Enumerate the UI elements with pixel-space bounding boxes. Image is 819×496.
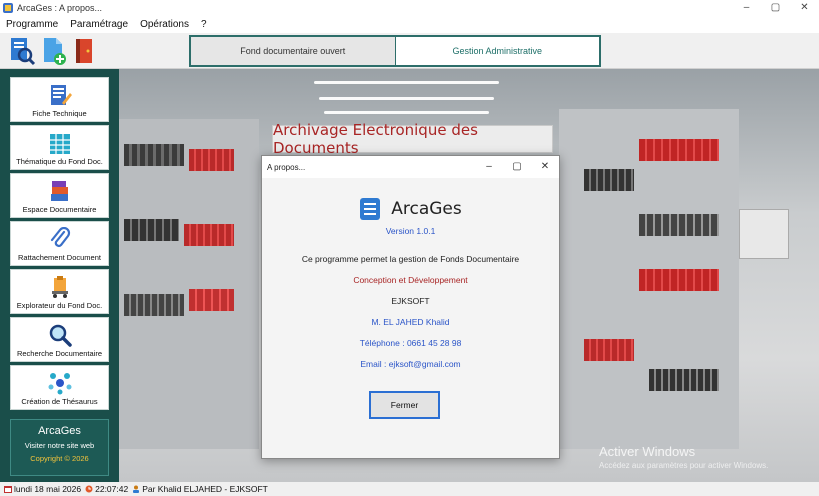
books-row xyxy=(584,339,634,361)
books-row xyxy=(124,219,179,241)
user-icon xyxy=(133,485,140,493)
ceiling-light xyxy=(314,81,499,84)
status-bar: lundi 18 mai 2026 22:07:42 Par Khalid EL… xyxy=(0,482,819,496)
sidebar-item-label: Thématique du Fond Doc. xyxy=(16,157,103,166)
dialog-minimize-button[interactable]: – xyxy=(475,156,503,178)
author-text: M. EL JAHED Khalid xyxy=(371,317,450,327)
books-row xyxy=(639,269,719,291)
books-row xyxy=(124,294,184,316)
sidebar: Fiche Technique Thématique du Fond Doc. … xyxy=(0,69,119,482)
menu-programme[interactable]: Programme xyxy=(6,19,58,30)
description-text: Ce programme permet la gestion de Fonds … xyxy=(301,254,520,264)
books-row xyxy=(184,224,234,246)
cart-explorer-icon xyxy=(51,276,68,298)
sidebar-item-thesaurus[interactable]: Création de Thésaurus xyxy=(10,365,109,410)
arcages-logo-icon xyxy=(360,198,381,220)
sidebar-item-label: Explorateur du Fond Doc. xyxy=(16,301,103,310)
fermer-button[interactable]: Fermer xyxy=(369,391,440,419)
window-title: ArcaGes : A propos... xyxy=(17,2,103,13)
magnifier-icon xyxy=(49,324,72,347)
fiche-technique-icon xyxy=(50,85,72,105)
phone-text: Téléphone : 0661 45 28 98 xyxy=(359,338,462,348)
menu-bar: Programme Paramétrage Opérations ? xyxy=(0,16,819,32)
sidebar-item-thematique[interactable]: Thématique du Fond Doc. xyxy=(10,125,109,170)
conception-text: Conception et Développement xyxy=(353,275,468,285)
wall-cabinet xyxy=(739,209,789,259)
status-user: Par Khalid ELJAHED - EJKSOFT xyxy=(142,484,268,494)
dialog-maximize-button[interactable]: ▢ xyxy=(503,156,531,178)
search-document-icon[interactable] xyxy=(8,36,36,66)
calendar-icon xyxy=(4,486,12,493)
exit-door-icon[interactable] xyxy=(72,36,100,66)
menu-parametrage[interactable]: Paramétrage xyxy=(70,19,128,30)
activation-watermark: Activer Windows xyxy=(599,444,696,459)
window-titlebar: ArcaGes : A propos... – ▢ ✕ xyxy=(0,0,819,15)
sidebar-item-label: Fiche Technique xyxy=(32,109,87,118)
toolbar: Fond documentaire ouvert Gestion Adminis… xyxy=(0,33,819,69)
sidebar-item-label: Rattachement Document xyxy=(18,253,101,262)
company-text: EJKSOFT xyxy=(391,296,430,306)
archive-banner: Archivage Electronique des Documents xyxy=(272,121,553,157)
books-row xyxy=(189,289,234,311)
clock-icon xyxy=(85,485,93,493)
minimize-button[interactable]: – xyxy=(732,0,761,15)
thematique-grid-icon xyxy=(49,134,70,154)
close-button[interactable]: ✕ xyxy=(790,0,819,15)
sidebar-item-fiche-technique[interactable]: Fiche Technique xyxy=(10,77,109,122)
books-row xyxy=(649,369,719,391)
dialog-titlebar: A propos... – ▢ ✕ xyxy=(262,156,559,178)
sidebar-item-espace-documentaire[interactable]: Espace Documentaire xyxy=(10,173,109,218)
version-text: Version 1.0.1 xyxy=(385,226,436,236)
module-tabs: Fond documentaire ouvert Gestion Adminis… xyxy=(189,35,601,67)
books-row xyxy=(584,169,634,191)
sidebar-item-explorateur[interactable]: Explorateur du Fond Doc. xyxy=(10,269,109,314)
network-dots-icon xyxy=(48,373,71,395)
sidebar-item-label: Espace Documentaire xyxy=(22,205,97,214)
tab-gestion-administrative[interactable]: Gestion Administrative xyxy=(395,37,599,65)
books-row xyxy=(639,139,719,161)
dialog-app-header: ArcaGes xyxy=(262,197,559,221)
dialog-title: A propos... xyxy=(267,162,306,172)
books-row xyxy=(124,144,184,166)
tab-fond-documentaire[interactable]: Fond documentaire ouvert xyxy=(191,37,396,65)
status-date: lundi 18 mai 2026 xyxy=(14,484,82,494)
ceiling-light xyxy=(324,111,489,114)
menu-operations[interactable]: Opérations xyxy=(140,19,189,30)
sidebar-info-panel: ArcaGes Visiter notre site web Copyright… xyxy=(10,419,109,476)
sidebar-item-recherche[interactable]: Recherche Documentaire xyxy=(10,317,109,362)
status-time: 22:07:42 xyxy=(95,484,129,494)
dialog-window-controls: – ▢ ✕ xyxy=(475,156,559,178)
dialog-close-button[interactable]: ✕ xyxy=(531,156,559,178)
books-icon xyxy=(50,181,68,201)
sidebar-item-rattachement[interactable]: Rattachement Document xyxy=(10,221,109,266)
books-row xyxy=(189,149,234,171)
activation-watermark-subtext: Accédez aux paramètres pour activer Wind… xyxy=(599,461,769,470)
new-document-icon[interactable] xyxy=(40,36,68,66)
books-row xyxy=(639,214,719,236)
about-dialog: A propos... – ▢ ✕ ArcaGes Version 1.0.1 … xyxy=(261,155,560,459)
email-text: Email : ejksoft@gmail.com xyxy=(360,359,461,369)
menu-help[interactable]: ? xyxy=(201,19,207,30)
dialog-app-name: ArcaGes xyxy=(391,199,462,219)
copyright-text: Copyright © 2026 xyxy=(30,454,89,463)
sidebar-item-label: Recherche Documentaire xyxy=(16,349,103,358)
sidebar-item-label: Création de Thésaurus xyxy=(21,397,98,406)
ceiling-light xyxy=(319,97,494,100)
maximize-button[interactable]: ▢ xyxy=(761,0,790,15)
window-controls: – ▢ ✕ xyxy=(732,0,819,15)
sidebar-app-name: ArcaGes xyxy=(38,425,81,437)
app-icon xyxy=(3,2,13,13)
website-link[interactable]: Visiter notre site web xyxy=(11,441,108,450)
paperclip-icon xyxy=(50,227,70,247)
